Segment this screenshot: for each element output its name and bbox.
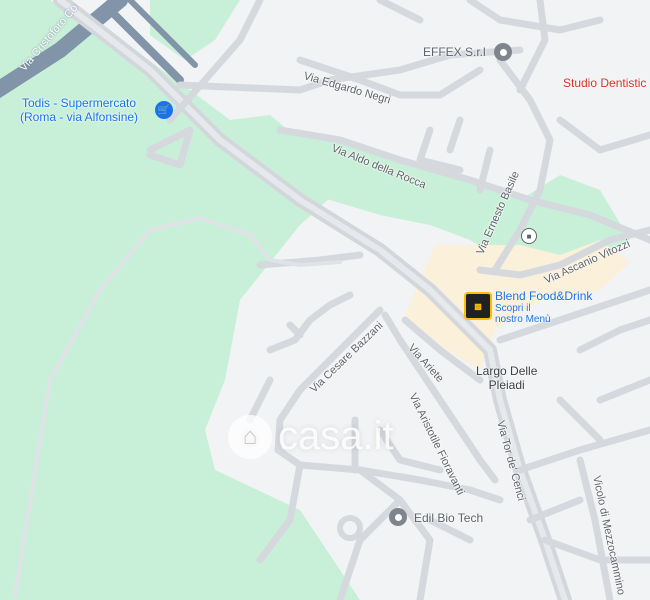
place-icon[interactable]	[494, 43, 512, 61]
casa-it-watermark: ⌂ casa.it	[228, 414, 394, 459]
largo-line1: Largo Delle	[476, 364, 538, 378]
place-icon[interactable]	[389, 508, 407, 526]
poi-blend-sub1: Scopri il	[495, 303, 531, 314]
shopping-cart-icon[interactable]: 🛒	[155, 101, 173, 119]
place-largo-delle-pleiadi: Largo Delle Pleiadi	[476, 364, 537, 392]
poi-blend-sub2: nostro Menù	[495, 314, 551, 325]
poi-blend-name: Blend Food&Drink	[495, 289, 593, 303]
watermark-text: casa.it	[278, 414, 394, 458]
poi-effex-label[interactable]: EFFEX S.r.l	[423, 45, 486, 59]
poi-studio-label[interactable]: Studio Dentistic	[563, 76, 646, 90]
poi-todis-address: (Roma - via Alfonsine)	[20, 110, 139, 124]
house-icon: ⌂	[228, 414, 272, 459]
bus-stop-icon[interactable]: ■	[521, 228, 537, 244]
poi-todis-label[interactable]: Todis - Supermercato (Roma - via Alfonsi…	[20, 96, 138, 124]
poi-edil-label[interactable]: Edil Bio Tech	[414, 511, 483, 525]
map-canvas[interactable]: Via Cristoforo Co Via Edgardo Negri Via …	[0, 0, 650, 600]
largo-line2: Pleiadi	[488, 378, 525, 392]
restaurant-icon[interactable]: ▩	[464, 292, 492, 320]
poi-todis-name: Todis - Supermercato	[22, 96, 137, 110]
poi-blend-label[interactable]: Blend Food&Drink Scopri il nostro Menù	[495, 289, 592, 325]
